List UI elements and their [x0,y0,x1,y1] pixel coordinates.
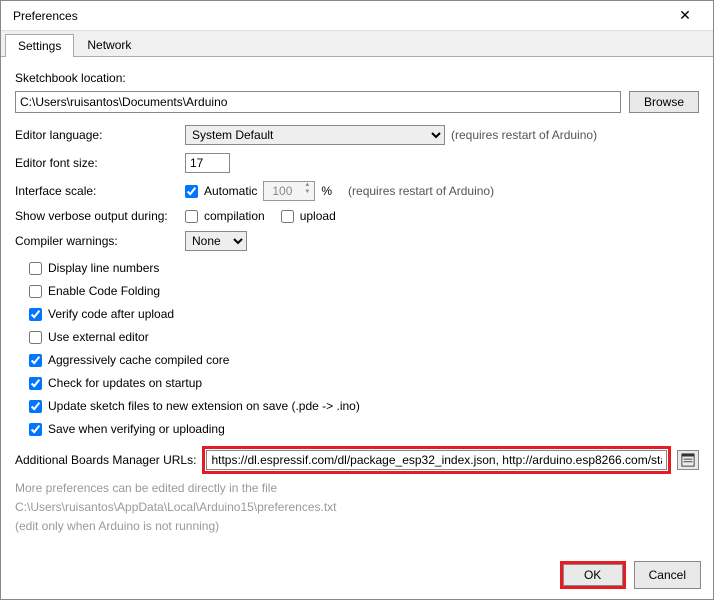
verify-after-upload-input[interactable] [29,308,42,321]
fontsize-input[interactable] [185,153,230,173]
preferences-window: Preferences ✕ Settings Network Sketchboo… [0,0,714,600]
language-label: Editor language: [15,128,185,142]
ok-button[interactable]: OK [563,564,623,586]
check-updates-checkbox[interactable]: Check for updates on startup [29,376,699,390]
window-title: Preferences [13,9,78,23]
use-external-editor-checkbox[interactable]: Use external editor [29,330,699,344]
boards-urls-label: Additional Boards Manager URLs: [15,453,196,467]
scale-hint: (requires restart of Arduino) [348,184,494,198]
display-line-numbers-checkbox[interactable]: Display line numbers [29,261,699,275]
enable-code-folding-checkbox[interactable]: Enable Code Folding [29,284,699,298]
sketchbook-label: Sketchbook location: [15,71,699,85]
display-line-numbers-input[interactable] [29,262,42,275]
scale-value-input [264,182,300,200]
aggressively-cache-checkbox[interactable]: Aggressively cache compiled core [29,353,699,367]
verbose-compilation-label: compilation [204,209,265,223]
scale-percent: % [321,184,332,198]
display-line-numbers-label: Display line numbers [48,261,159,275]
verbose-upload-input[interactable] [281,210,294,223]
warnings-select[interactable]: None [185,231,247,251]
window-list-icon [681,453,695,467]
tabs: Settings Network [1,31,713,57]
boards-urls-expand-button[interactable] [677,450,699,470]
spinner-up-icon: ▲ [300,182,314,189]
spinner-down-icon: ▼ [300,189,314,196]
button-bar: OK Cancel [560,561,701,589]
boards-urls-highlight [202,446,671,474]
verify-after-upload-checkbox[interactable]: Verify code after upload [29,307,699,321]
cancel-button[interactable]: Cancel [634,561,701,589]
scale-automatic-checkbox[interactable]: Automatic [185,184,257,198]
browse-button[interactable]: Browse [629,91,699,113]
scale-spinner: ▲ ▼ [263,181,315,201]
spinner-buttons: ▲ ▼ [300,182,314,200]
aggressively-cache-label: Aggressively cache compiled core [48,353,229,367]
verbose-upload-label: upload [300,209,336,223]
verify-after-upload-label: Verify code after upload [48,307,174,321]
verbose-compilation-input[interactable] [185,210,198,223]
verbose-compilation-checkbox[interactable]: compilation [185,209,265,223]
enable-code-folding-input[interactable] [29,285,42,298]
warnings-label: Compiler warnings: [15,234,185,248]
footer-line-2: C:\Users\ruisantos\AppData\Local\Arduino… [15,499,699,515]
ok-highlight: OK [560,561,626,589]
update-extension-checkbox[interactable]: Update sketch files to new extension on … [29,399,699,413]
tab-settings[interactable]: Settings [5,34,74,57]
scale-automatic-label: Automatic [204,184,257,198]
update-extension-label: Update sketch files to new extension on … [48,399,360,413]
verbose-upload-checkbox[interactable]: upload [281,209,336,223]
boards-urls-input[interactable] [206,450,667,470]
close-icon: ✕ [679,7,691,24]
options-group: Display line numbers Enable Code Folding… [29,261,699,436]
footer-line-1: More preferences can be edited directly … [15,480,699,496]
enable-code-folding-label: Enable Code Folding [48,284,160,298]
language-select[interactable]: System Default [185,125,445,145]
tab-network[interactable]: Network [74,33,144,56]
save-on-verify-input[interactable] [29,423,42,436]
verbose-label: Show verbose output during: [15,209,185,223]
save-on-verify-checkbox[interactable]: Save when verifying or uploading [29,422,699,436]
fontsize-label: Editor font size: [15,156,185,170]
check-updates-label: Check for updates on startup [48,376,202,390]
sketchbook-path-input[interactable] [15,91,621,113]
language-hint: (requires restart of Arduino) [451,128,597,142]
footer-line-3: (edit only when Arduino is not running) [15,518,699,534]
aggressively-cache-input[interactable] [29,354,42,367]
check-updates-input[interactable] [29,377,42,390]
content: Sketchbook location: Browse Editor langu… [1,57,713,545]
use-external-editor-label: Use external editor [48,330,149,344]
titlebar: Preferences ✕ [1,1,713,31]
scale-label: Interface scale: [15,184,185,198]
update-extension-input[interactable] [29,400,42,413]
use-external-editor-input[interactable] [29,331,42,344]
close-button[interactable]: ✕ [665,2,705,30]
save-on-verify-label: Save when verifying or uploading [48,422,225,436]
scale-automatic-input[interactable] [185,185,198,198]
